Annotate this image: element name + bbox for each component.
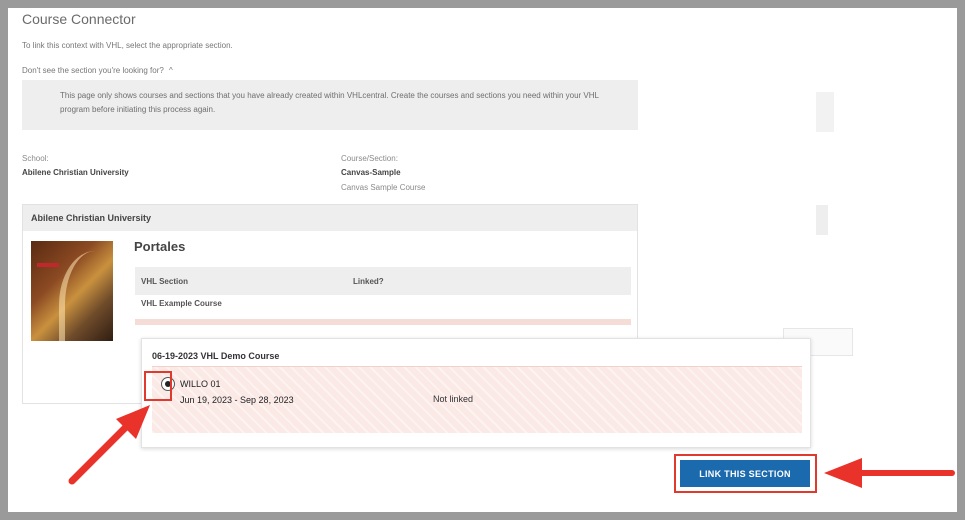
arrow-to-button-icon xyxy=(824,458,955,488)
popup-course-title: 06-19-2023 VHL Demo Course xyxy=(152,351,280,361)
header-vhl-section: VHL Section xyxy=(141,277,188,286)
chevron-up-icon: ^ xyxy=(169,66,173,75)
background-ghost xyxy=(816,92,834,132)
intro-text: To link this context with VHL, select th… xyxy=(22,41,233,50)
section-radio-button[interactable] xyxy=(161,377,175,391)
screenshot-frame: Course Connector To link this context wi… xyxy=(8,8,957,512)
row-highlight-strip xyxy=(135,319,631,325)
book-cover-image xyxy=(31,241,113,341)
section-row[interactable]: WILLO 01 Jun 19, 2023 - Sep 28, 2023 Not… xyxy=(152,366,802,433)
school-label: School: xyxy=(22,154,49,163)
row-section-name: VHL Example Course xyxy=(141,299,222,308)
section-popup: 06-19-2023 VHL Demo Course WILLO 01 Jun … xyxy=(141,338,811,448)
background-ghost xyxy=(816,205,828,235)
university-title: Abilene Christian University xyxy=(31,213,152,223)
linked-status: Not linked xyxy=(433,394,474,404)
page-title: Course Connector xyxy=(22,11,136,27)
section-name: WILLO 01 xyxy=(180,379,221,389)
dont-see-label: Don't see the section you're looking for… xyxy=(22,66,164,75)
course-section-name: Canvas Sample Course xyxy=(341,183,426,192)
course-title: Portales xyxy=(134,239,186,254)
radio-selected-dot xyxy=(165,381,171,387)
cover-logo-stripe xyxy=(37,263,59,267)
info-box: This page only shows courses and section… xyxy=(22,80,638,130)
info-text: This page only shows courses and section… xyxy=(60,91,599,114)
section-dates: Jun 19, 2023 - Sep 28, 2023 xyxy=(180,395,294,405)
cover-arc-graphic xyxy=(59,251,113,341)
header-linked: Linked? xyxy=(353,277,384,286)
course-section-code: Canvas-Sample xyxy=(341,168,401,177)
university-header: Abilene Christian University xyxy=(23,205,637,231)
link-this-section-button[interactable]: LINK THIS SECTION xyxy=(680,460,810,487)
dont-see-toggle[interactable]: Don't see the section you're looking for… xyxy=(22,66,173,75)
table-header: VHL Section Linked? xyxy=(135,267,631,295)
school-name: Abilene Christian University xyxy=(22,168,129,177)
course-section-label: Course/Section: xyxy=(341,154,398,163)
table-row[interactable]: VHL Example Course xyxy=(135,299,222,308)
